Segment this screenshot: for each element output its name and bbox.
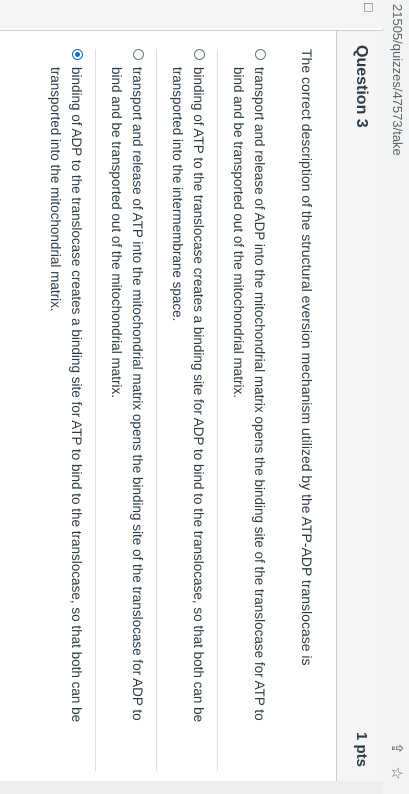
question-panel: Question 3 1 pts The correct description…: [0, 30, 383, 782]
share-icon[interactable]: ⇪: [388, 742, 406, 755]
answer-option[interactable]: transport and release of ADP into the mi…: [218, 49, 278, 771]
screen: 21505/quizzes/47573/take ⇪ ☆ □ Question …: [0, 0, 409, 794]
answer-text: transport and release of ADP into the mi…: [231, 67, 267, 721]
radio-button[interactable]: [255, 49, 266, 60]
url-text[interactable]: 21505/quizzes/47573/take: [390, 4, 405, 156]
answer-text: binding of ATP to the translocase create…: [170, 67, 206, 723]
browser-toolbar-icons: ⇪ ☆: [388, 742, 406, 780]
radio-button[interactable]: [194, 49, 205, 60]
answer-option[interactable]: binding of ADP to the translocase create…: [35, 49, 96, 771]
question-text: The correct description of the structura…: [299, 49, 315, 666]
browser-address-bar[interactable]: 21505/quizzes/47573/take ⇪ ☆: [382, 0, 409, 794]
bookmark-star-icon[interactable]: ☆: [388, 767, 406, 780]
question-title: Question 3: [353, 45, 370, 128]
radio-button[interactable]: [133, 49, 144, 60]
answer-text: transport and release of ATP into the mi…: [109, 67, 145, 721]
right-edge: [0, 781, 383, 794]
answer-list: transport and release of ADP into the mi…: [35, 49, 278, 771]
answer-option[interactable]: transport and release of ATP into the mi…: [96, 49, 157, 771]
question-body: The correct description of the structura…: [35, 31, 336, 781]
left-sidebar: □: [0, 0, 383, 28]
radio-button[interactable]: [72, 49, 83, 60]
flag-question-icon[interactable]: □: [361, 3, 377, 11]
question-header: Question 3 1 pts: [336, 31, 383, 781]
answer-option[interactable]: binding of ATP to the translocase create…: [157, 49, 218, 771]
answer-text: binding of ADP to the translocase create…: [48, 67, 84, 723]
question-points: 1 pts: [353, 731, 370, 767]
